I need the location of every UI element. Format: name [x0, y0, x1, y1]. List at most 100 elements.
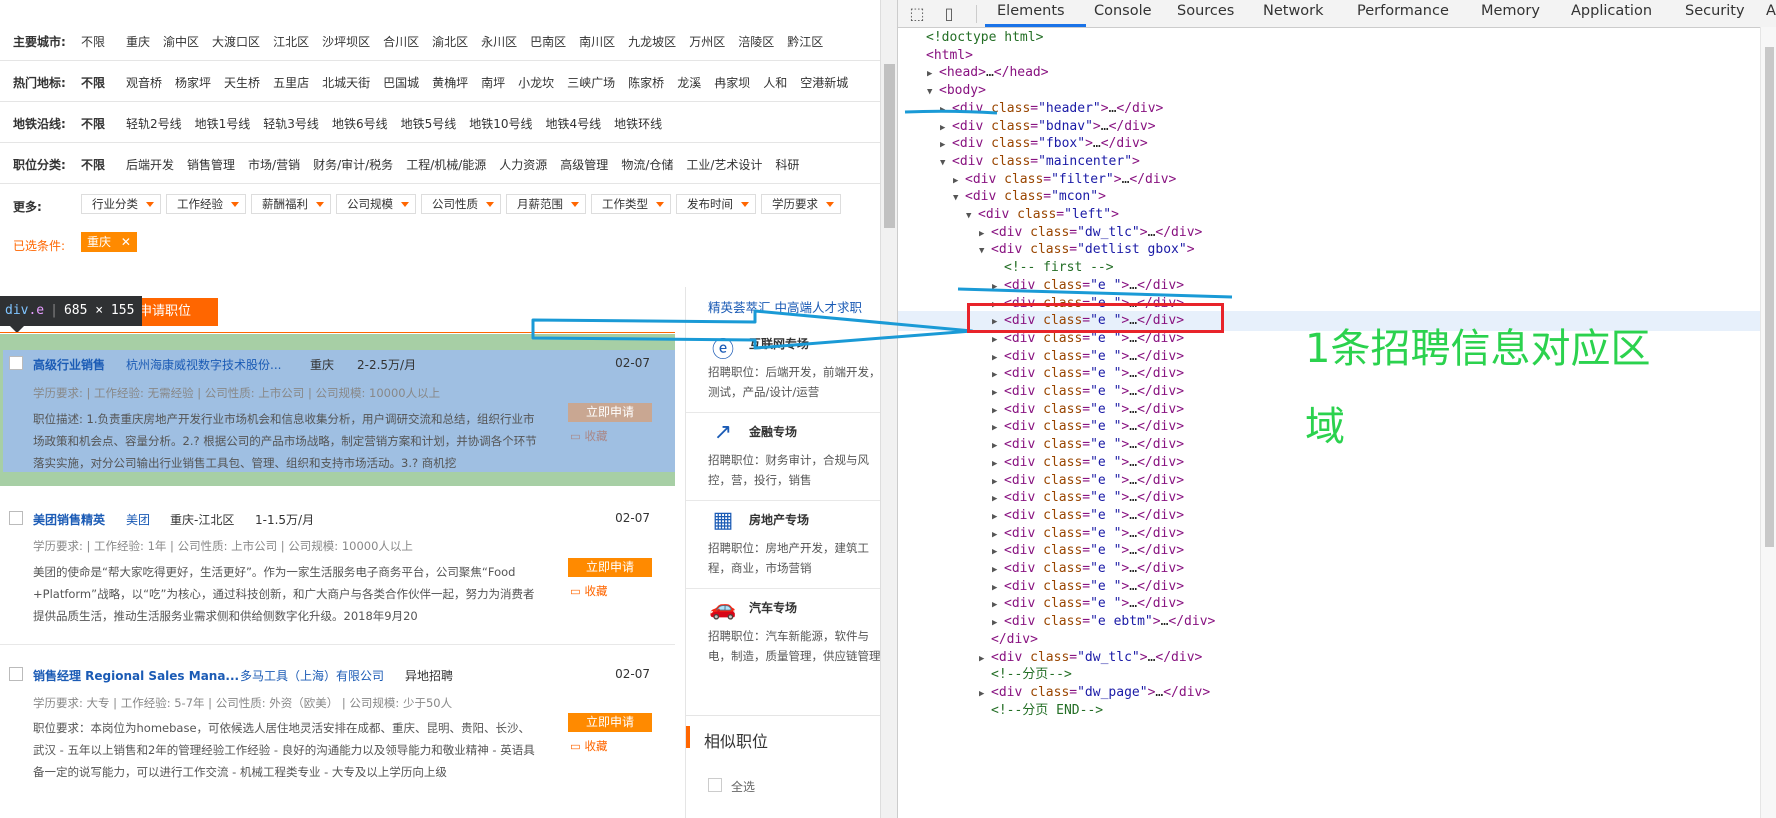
filter-option[interactable]: 巴国城	[383, 76, 419, 90]
select-all-label[interactable]: 全选	[731, 778, 755, 795]
chosen-tag[interactable]: 重庆 ✕	[81, 232, 137, 252]
filter-option[interactable]: 南川区	[579, 35, 615, 49]
special-finance[interactable]: ↗ 金融专场 招聘职位：财务审计，合规与风控，营，投行，销售	[686, 415, 880, 500]
filter-dropdown[interactable]: 学历要求	[761, 194, 841, 214]
filter-option[interactable]: 人和	[763, 76, 787, 90]
devtools-scrollbar-thumb[interactable]	[1765, 47, 1774, 547]
filter-option[interactable]: 高级管理	[560, 158, 608, 172]
filter-dropdown[interactable]: 工作经验	[166, 194, 246, 214]
job-checkbox[interactable]	[9, 356, 23, 370]
filter-option[interactable]: 观音桥	[126, 76, 162, 90]
filter-option[interactable]: 科研	[775, 158, 799, 172]
job-company[interactable]: 美团	[126, 511, 150, 528]
job-item[interactable]: 销售经理 Regional Sales Mana... 多马工具（上海）有限公司…	[0, 645, 675, 818]
job-checkbox[interactable]	[9, 667, 23, 681]
collapse-arrow-icon[interactable]: ▼	[953, 188, 965, 208]
job-company[interactable]: 多马工具（上海）有限公司	[240, 667, 384, 684]
filter-option[interactable]: 龙溪	[677, 76, 701, 90]
sidebar-header[interactable]: 精英荟萃汇 中高端人才求职	[708, 297, 862, 316]
filter-option[interactable]: 冉家坝	[714, 76, 750, 90]
filter-option[interactable]: 万州区	[689, 35, 725, 49]
tab-memory[interactable]: Memory	[1481, 3, 1540, 19]
filter-option[interactable]: 地铁4号线	[546, 117, 602, 131]
tab-network[interactable]: Network	[1263, 3, 1324, 19]
filter-option[interactable]: 人力资源	[499, 158, 547, 172]
filter-option[interactable]: 后端开发	[126, 158, 174, 172]
filter-option[interactable]: 南坪	[481, 76, 505, 90]
filter-option[interactable]: 市场/营销	[248, 158, 300, 172]
tab-performance[interactable]: Performance	[1357, 3, 1449, 19]
filter-option[interactable]: 重庆	[126, 35, 150, 49]
filter-option[interactable]: 五里店	[273, 76, 309, 90]
filter-option[interactable]: 物流/仓储	[621, 158, 673, 172]
filter-option[interactable]: 渝北区	[432, 35, 468, 49]
filter-option[interactable]: 黔江区	[787, 35, 823, 49]
tab-sources[interactable]: Sources	[1177, 3, 1234, 19]
apply-button[interactable]: 立即申请	[568, 713, 652, 732]
special-internet[interactable]: ⓔ 互联网专场 招聘职位：后端开发，前端开发，测试，产品/设计/运营	[686, 327, 880, 412]
job-title[interactable]: 销售经理 Regional Sales Mana...	[33, 667, 239, 684]
apply-button[interactable]: 立即申请	[568, 403, 652, 422]
filter-option[interactable]: 不限	[81, 158, 105, 172]
filter-option[interactable]: 巴南区	[530, 35, 566, 49]
collapse-arrow-icon[interactable]: ▼	[927, 82, 939, 102]
filter-option[interactable]: 永川区	[481, 35, 517, 49]
filter-option[interactable]: 地铁5号线	[401, 117, 457, 131]
device-toolbar-icon[interactable]: ▯	[940, 4, 958, 23]
filter-option[interactable]: 江北区	[273, 35, 309, 49]
filter-dropdown[interactable]: 薪酬福利	[251, 194, 331, 214]
filter-option[interactable]: 工程/机械/能源	[406, 158, 486, 172]
job-company[interactable]: 杭州海康威视数字技术股份...	[126, 356, 281, 373]
special-title[interactable]: 汽车专场	[749, 599, 797, 616]
job-title[interactable]: 高级行业销售	[33, 356, 105, 373]
filter-option[interactable]: 不限	[81, 76, 105, 90]
tab-elements[interactable]: Elements	[997, 3, 1065, 19]
tab-application[interactable]: Application	[1571, 3, 1652, 19]
special-auto[interactable]: 🚗 汽车专场 招聘职位：汽车新能源，软件与电，制造，质量管理，供应链管理	[686, 591, 880, 676]
collapse-arrow-icon[interactable]: ▼	[940, 153, 952, 173]
tab-audits[interactable]: Audits	[1766, 3, 1776, 19]
job-item[interactable]: 高级行业销售 杭州海康威视数字技术股份... 重庆 2-2.5万/月 02-07…	[0, 334, 675, 486]
special-title[interactable]: 互联网专场	[749, 335, 809, 352]
favorite-button[interactable]: ▭ 收藏	[570, 738, 608, 754]
filter-option[interactable]: 地铁环线	[614, 117, 662, 131]
filter-dropdown[interactable]: 公司性质	[421, 194, 501, 214]
filter-option[interactable]: 工业/艺术设计	[686, 158, 762, 172]
filter-option[interactable]: 不限	[81, 35, 105, 49]
collapse-arrow-icon[interactable]: ▼	[979, 241, 991, 261]
filter-option[interactable]: 天生桥	[224, 76, 260, 90]
inspect-element-icon[interactable]: ⬚	[908, 4, 926, 23]
filter-option[interactable]: 地铁1号线	[195, 117, 251, 131]
filter-option[interactable]: 轻轨3号线	[263, 117, 319, 131]
filter-option[interactable]: 三峡广场	[567, 76, 615, 90]
filter-option[interactable]: 杨家坪	[175, 76, 211, 90]
apply-button[interactable]: 立即申请	[568, 558, 652, 577]
filter-option[interactable]: 涪陵区	[738, 35, 774, 49]
filter-option[interactable]: 九龙坡区	[628, 35, 676, 49]
filter-option[interactable]: 黄桷坪	[432, 76, 468, 90]
filter-option[interactable]: 小龙坎	[518, 76, 554, 90]
filter-option[interactable]: 销售管理	[187, 158, 235, 172]
favorite-button[interactable]: ▭ 收藏	[570, 428, 608, 444]
filter-option[interactable]: 合川区	[383, 35, 419, 49]
filter-dropdown[interactable]: 月薪范围	[506, 194, 586, 214]
job-checkbox[interactable]	[9, 511, 23, 525]
job-title[interactable]: 美团销售精英	[33, 511, 105, 528]
filter-option[interactable]: 沙坪坝区	[322, 35, 370, 49]
tab-console[interactable]: Console	[1094, 3, 1152, 19]
tab-security[interactable]: Security	[1685, 3, 1745, 19]
filter-option[interactable]: 地铁10号线	[469, 117, 532, 131]
page-scrollbar-thumb[interactable]	[884, 64, 895, 228]
filter-option[interactable]: 地铁6号线	[332, 117, 388, 131]
filter-option[interactable]: 陈家桥	[628, 76, 664, 90]
special-title[interactable]: 金融专场	[749, 423, 797, 440]
devtools-scrollbar[interactable]	[1760, 27, 1776, 818]
special-title[interactable]: 房地产专场	[749, 511, 809, 528]
favorite-button[interactable]: ▭ 收藏	[570, 583, 608, 599]
job-item[interactable]: 美团销售精英 美团 重庆-江北区 1-1.5万/月 02-07 学历要求: | …	[0, 491, 675, 644]
filter-option[interactable]: 不限	[81, 117, 105, 131]
close-icon[interactable]: ✕	[121, 235, 131, 249]
filter-dropdown[interactable]: 工作类型	[591, 194, 671, 214]
filter-option[interactable]: 大渡口区	[212, 35, 260, 49]
filter-dropdown[interactable]: 行业分类	[81, 194, 161, 214]
